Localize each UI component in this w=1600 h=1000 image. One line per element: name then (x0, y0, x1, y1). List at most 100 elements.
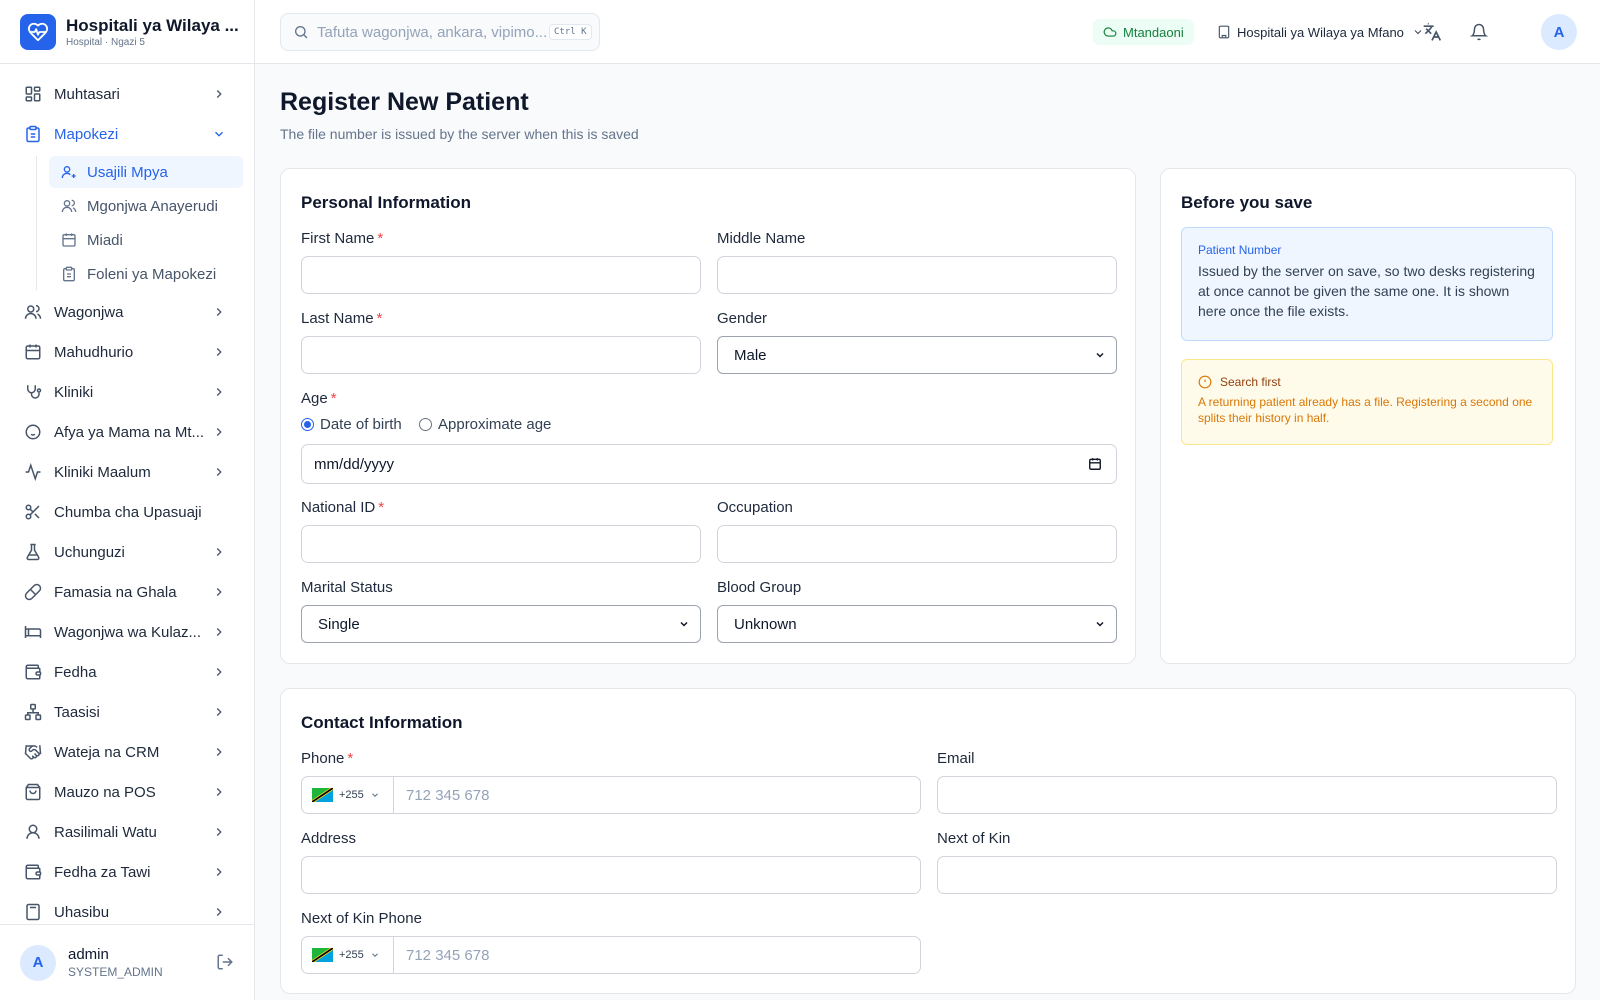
first-name-field[interactable] (301, 256, 701, 294)
network-status-badge: Mtandaoni (1093, 19, 1194, 45)
global-search[interactable]: Ctrl K (280, 13, 600, 51)
current-user: A admin SYSTEM_ADMIN (0, 924, 254, 1000)
sidebar-item-upasuaji[interactable]: Chumba cha Upasuaji (0, 492, 254, 532)
shopping-bag-icon (24, 783, 42, 801)
calendar-icon (24, 343, 42, 361)
users-icon (61, 198, 77, 214)
bell-icon[interactable] (1467, 20, 1491, 44)
address-field[interactable] (301, 856, 921, 894)
country-code: +255 (339, 789, 364, 801)
gender-select[interactable]: Male (717, 336, 1117, 374)
national-id-field[interactable] (301, 525, 701, 563)
sidebar-subitem-label: Mgonjwa Anayerudi (87, 197, 218, 215)
blood-group-select[interactable]: Unknown (717, 605, 1117, 643)
sidebar-item-fedha[interactable]: Fedha (0, 652, 254, 692)
language-icon[interactable] (1420, 20, 1444, 44)
sidebar-item-fedha-tawi[interactable]: Fedha za Tawi (0, 852, 254, 892)
facility-selector[interactable]: Hospitali ya Wilaya ya Mfano (1217, 20, 1424, 44)
marital-status-label: Marital Status (301, 579, 393, 596)
sidebar-item-wagonjwa[interactable]: Wagonjwa (0, 292, 254, 332)
next-of-kin-field[interactable] (937, 856, 1557, 894)
sidebar-subitem-usajili-mpya[interactable]: Usajili Mpya (49, 156, 243, 188)
phone-field[interactable]: +255 (301, 776, 921, 814)
page-title: Register New Patient (280, 88, 529, 116)
age-mode-dob-radio[interactable]: Date of birth (301, 416, 402, 433)
sidebar-item-label: Wagonjwa wa Kulaz... (54, 623, 202, 641)
search-input[interactable] (317, 23, 549, 41)
sidebar-nav: Muhtasari Mapokezi Usajili Mpya Mgonjwa … (0, 74, 254, 932)
marital-status-select[interactable]: Single (301, 605, 701, 643)
date-of-birth-field[interactable]: mm/dd/yyyy (301, 444, 1117, 484)
search-first-warning: Search first A returning patient already… (1181, 359, 1553, 445)
age-mode-approx-radio[interactable]: Approximate age (419, 416, 551, 433)
chevron-down-icon (212, 127, 226, 145)
sidebar-item-label: Kliniki Maalum (54, 463, 151, 481)
sidebar-item-crm[interactable]: Wateja na CRM (0, 732, 254, 772)
sidebar-item-label: Kliniki (54, 383, 94, 401)
middle-name-field[interactable] (717, 256, 1117, 294)
country-code-selector[interactable]: +255 (302, 777, 394, 813)
phone-input[interactable] (394, 777, 794, 813)
calendar-icon[interactable] (1088, 457, 1102, 471)
user-role: SYSTEM_ADMIN (68, 965, 163, 979)
sidebar-subitem-mgonjwa-anayerudi[interactable]: Mgonjwa Anayerudi (49, 190, 243, 222)
sidebar-item-uchunguzi[interactable]: Uchunguzi (0, 532, 254, 572)
brand-header[interactable]: Hospitali ya Wilaya ... Hospital · Ngazi… (0, 0, 255, 64)
personal-info-card: Personal Information First Name * Middle … (280, 168, 1136, 664)
sidebar-item-famasia[interactable]: Famasia na Ghala (0, 572, 254, 612)
patient-number-title: Patient Number (1198, 243, 1282, 257)
tanzania-flag-icon (312, 948, 333, 962)
baby-icon (24, 423, 42, 441)
sidebar-item-muhtasari[interactable]: Muhtasari (0, 74, 254, 114)
chevron-right-icon (212, 545, 226, 563)
sidebar-item-afya-mama[interactable]: Afya ya Mama na Mt... (0, 412, 254, 452)
radio-unchecked[interactable] (419, 418, 432, 431)
country-code: +255 (339, 949, 364, 961)
logout-icon[interactable] (216, 953, 234, 976)
before-save-card: Before you save Patient Number Issued by… (1160, 168, 1576, 664)
next-of-kin-phone-field[interactable]: +255 (301, 936, 921, 974)
chevron-down-icon (370, 790, 380, 800)
sidebar-item-mapokezi[interactable]: Mapokezi (0, 114, 254, 154)
radio-checked[interactable] (301, 418, 314, 431)
sidebar-item-kliniki[interactable]: Kliniki (0, 372, 254, 412)
wallet-icon (24, 663, 42, 681)
sidebar-item-label: Chumba cha Upasuaji (54, 503, 202, 521)
header-avatar[interactable]: A (1541, 14, 1577, 50)
sidebar-item-pos[interactable]: Mauzo na POS (0, 772, 254, 812)
patient-number-note: Patient Number Issued by the server on s… (1181, 227, 1553, 341)
last-name-label: Last Name * (301, 310, 383, 327)
chevron-right-icon (212, 625, 226, 643)
sidebar-item-mahudhurio[interactable]: Mahudhurio (0, 332, 254, 372)
sidebar-item-label: Mapokezi (54, 125, 119, 143)
sidebar-item-kliniki-maalum[interactable]: Kliniki Maalum (0, 452, 254, 492)
country-code-selector[interactable]: +255 (302, 937, 394, 973)
chevron-right-icon (212, 785, 226, 803)
last-name-field[interactable] (301, 336, 701, 374)
avatar[interactable]: A (20, 944, 56, 981)
sidebar-item-taasisi[interactable]: Taasisi (0, 692, 254, 732)
sidebar-item-label: Rasilimali Watu (54, 823, 157, 841)
email-field[interactable] (937, 776, 1557, 814)
search-first-title: Search first (1220, 375, 1281, 389)
app-name: Hospitali ya Wilaya ... (66, 15, 239, 35)
chevron-right-icon (212, 745, 226, 763)
chevron-right-icon (212, 585, 226, 603)
blood-group-value: Unknown (734, 615, 797, 633)
mapokezi-submenu: Usajili Mpya Mgonjwa Anayerudi Miadi Fol… (36, 156, 254, 290)
first-name-label: First Name * (301, 230, 384, 247)
sidebar-item-label: Taasisi (54, 703, 100, 721)
chevron-right-icon (212, 705, 226, 723)
email-label: Email (937, 750, 975, 767)
chevron-down-icon (1094, 618, 1106, 630)
occupation-field[interactable] (717, 525, 1117, 563)
next-of-kin-phone-input[interactable] (394, 937, 794, 973)
chevron-right-icon (212, 665, 226, 683)
sidebar-item-rasilimali-watu[interactable]: Rasilimali Watu (0, 812, 254, 852)
alert-circle-icon (1198, 375, 1212, 389)
search-shortcut: Ctrl K (549, 24, 592, 40)
sidebar-subitem-foleni[interactable]: Foleni ya Mapokezi (49, 258, 243, 290)
sidebar-subitem-miadi[interactable]: Miadi (49, 224, 243, 256)
sidebar-item-kulazwa[interactable]: Wagonjwa wa Kulaz... (0, 612, 254, 652)
age-mode-dob-label: Date of birth (320, 416, 402, 433)
